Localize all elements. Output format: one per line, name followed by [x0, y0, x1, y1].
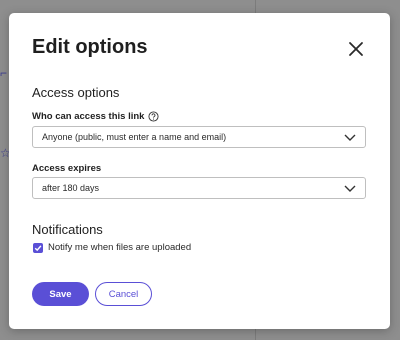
who-can-access-label-text: Who can access this link	[32, 111, 145, 122]
dialog-title: Edit options	[32, 36, 148, 58]
access-expires-value: after 180 days	[42, 183, 100, 193]
who-can-access-value: Anyone (public, must enter a name and em…	[42, 132, 227, 142]
close-icon	[349, 42, 363, 56]
who-can-access-select[interactable]: Anyone (public, must enter a name and em…	[32, 126, 366, 148]
help-icon[interactable]	[148, 111, 160, 122]
notify-checkbox-label: Notify me when files are uploaded	[48, 242, 192, 253]
cancel-button[interactable]: Cancel	[95, 282, 152, 306]
notifications-heading: Notifications	[32, 222, 103, 237]
background-icon: ⌐	[0, 66, 8, 80]
chevron-down-icon	[344, 185, 356, 192]
save-button[interactable]: Save	[32, 282, 89, 306]
notify-option: Notify me when files are uploaded	[33, 242, 191, 253]
chevron-down-icon	[344, 134, 356, 141]
access-options-heading: Access options	[32, 85, 120, 100]
access-expires-label: Access expires	[32, 163, 101, 174]
close-button[interactable]	[345, 38, 367, 60]
access-expires-select[interactable]: after 180 days	[32, 177, 366, 199]
access-expires-label-text: Access expires	[32, 163, 102, 174]
edit-options-dialog: Edit options Access options Who can acce…	[9, 13, 390, 329]
who-can-access-label: Who can access this link	[32, 111, 160, 122]
checkmark-icon	[34, 244, 42, 251]
notify-checkbox[interactable]	[33, 242, 43, 253]
